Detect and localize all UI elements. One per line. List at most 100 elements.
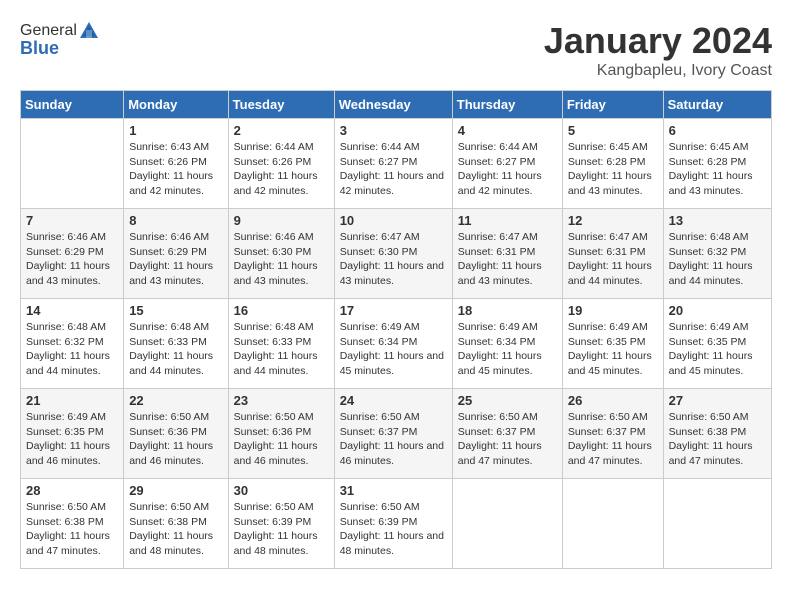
day-info: Sunrise: 6:48 AMSunset: 6:33 PMDaylight:… — [234, 320, 329, 379]
location: Kangbapleu, Ivory Coast — [544, 62, 772, 80]
logo-icon — [78, 20, 100, 42]
day-number: 17 — [340, 303, 447, 318]
calendar-cell: 31 Sunrise: 6:50 AMSunset: 6:39 PMDaylig… — [334, 479, 452, 569]
day-number: 11 — [458, 213, 557, 228]
calendar-cell: 2 Sunrise: 6:44 AMSunset: 6:26 PMDayligh… — [228, 119, 334, 209]
calendar-cell: 26 Sunrise: 6:50 AMSunset: 6:37 PMDaylig… — [562, 389, 663, 479]
calendar-cell: 19 Sunrise: 6:49 AMSunset: 6:35 PMDaylig… — [562, 299, 663, 389]
weekday-header-friday: Friday — [562, 91, 663, 119]
day-info: Sunrise: 6:45 AMSunset: 6:28 PMDaylight:… — [669, 140, 766, 199]
day-info: Sunrise: 6:47 AMSunset: 6:31 PMDaylight:… — [458, 230, 557, 289]
day-info: Sunrise: 6:49 AMSunset: 6:35 PMDaylight:… — [26, 410, 118, 469]
calendar-cell: 3 Sunrise: 6:44 AMSunset: 6:27 PMDayligh… — [334, 119, 452, 209]
day-info: Sunrise: 6:49 AMSunset: 6:35 PMDaylight:… — [568, 320, 658, 379]
calendar-cell: 17 Sunrise: 6:49 AMSunset: 6:34 PMDaylig… — [334, 299, 452, 389]
day-number: 4 — [458, 123, 557, 138]
day-info: Sunrise: 6:47 AMSunset: 6:30 PMDaylight:… — [340, 230, 447, 289]
day-number: 14 — [26, 303, 118, 318]
weekday-header-monday: Monday — [124, 91, 228, 119]
day-number: 2 — [234, 123, 329, 138]
calendar-week-row: 21 Sunrise: 6:49 AMSunset: 6:35 PMDaylig… — [21, 389, 772, 479]
day-info: Sunrise: 6:44 AMSunset: 6:27 PMDaylight:… — [340, 140, 447, 199]
calendar-cell: 29 Sunrise: 6:50 AMSunset: 6:38 PMDaylig… — [124, 479, 228, 569]
day-number: 12 — [568, 213, 658, 228]
day-info: Sunrise: 6:50 AMSunset: 6:36 PMDaylight:… — [234, 410, 329, 469]
calendar-week-row: 14 Sunrise: 6:48 AMSunset: 6:32 PMDaylig… — [21, 299, 772, 389]
weekday-header-saturday: Saturday — [663, 91, 771, 119]
day-info: Sunrise: 6:46 AMSunset: 6:29 PMDaylight:… — [129, 230, 222, 289]
calendar-cell: 21 Sunrise: 6:49 AMSunset: 6:35 PMDaylig… — [21, 389, 124, 479]
day-number: 15 — [129, 303, 222, 318]
calendar-cell: 24 Sunrise: 6:50 AMSunset: 6:37 PMDaylig… — [334, 389, 452, 479]
calendar-cell: 1 Sunrise: 6:43 AMSunset: 6:26 PMDayligh… — [124, 119, 228, 209]
day-info: Sunrise: 6:50 AMSunset: 6:37 PMDaylight:… — [340, 410, 447, 469]
day-info: Sunrise: 6:48 AMSunset: 6:32 PMDaylight:… — [669, 230, 766, 289]
calendar-cell: 20 Sunrise: 6:49 AMSunset: 6:35 PMDaylig… — [663, 299, 771, 389]
calendar-week-row: 7 Sunrise: 6:46 AMSunset: 6:29 PMDayligh… — [21, 209, 772, 299]
page-header: General Blue January 2024 Kangbapleu, Iv… — [20, 20, 772, 80]
calendar-cell: 6 Sunrise: 6:45 AMSunset: 6:28 PMDayligh… — [663, 119, 771, 209]
calendar-cell: 15 Sunrise: 6:48 AMSunset: 6:33 PMDaylig… — [124, 299, 228, 389]
day-number: 6 — [669, 123, 766, 138]
calendar-cell: 30 Sunrise: 6:50 AMSunset: 6:39 PMDaylig… — [228, 479, 334, 569]
day-info: Sunrise: 6:50 AMSunset: 6:37 PMDaylight:… — [568, 410, 658, 469]
day-number: 1 — [129, 123, 222, 138]
day-number: 18 — [458, 303, 557, 318]
calendar-table: SundayMondayTuesdayWednesdayThursdayFrid… — [20, 90, 772, 569]
day-info: Sunrise: 6:47 AMSunset: 6:31 PMDaylight:… — [568, 230, 658, 289]
day-number: 31 — [340, 483, 447, 498]
day-info: Sunrise: 6:46 AMSunset: 6:30 PMDaylight:… — [234, 230, 329, 289]
calendar-week-row: 1 Sunrise: 6:43 AMSunset: 6:26 PMDayligh… — [21, 119, 772, 209]
title-section: January 2024 Kangbapleu, Ivory Coast — [544, 20, 772, 80]
calendar-cell: 9 Sunrise: 6:46 AMSunset: 6:30 PMDayligh… — [228, 209, 334, 299]
calendar-cell — [663, 479, 771, 569]
weekday-header-tuesday: Tuesday — [228, 91, 334, 119]
day-info: Sunrise: 6:49 AMSunset: 6:34 PMDaylight:… — [340, 320, 447, 379]
day-info: Sunrise: 6:48 AMSunset: 6:32 PMDaylight:… — [26, 320, 118, 379]
month-title: January 2024 — [544, 20, 772, 62]
day-number: 20 — [669, 303, 766, 318]
day-info: Sunrise: 6:50 AMSunset: 6:38 PMDaylight:… — [26, 500, 118, 559]
day-number: 24 — [340, 393, 447, 408]
day-number: 30 — [234, 483, 329, 498]
day-info: Sunrise: 6:50 AMSunset: 6:39 PMDaylight:… — [234, 500, 329, 559]
day-info: Sunrise: 6:50 AMSunset: 6:36 PMDaylight:… — [129, 410, 222, 469]
day-number: 5 — [568, 123, 658, 138]
day-number: 22 — [129, 393, 222, 408]
weekday-header-thursday: Thursday — [452, 91, 562, 119]
calendar-cell: 7 Sunrise: 6:46 AMSunset: 6:29 PMDayligh… — [21, 209, 124, 299]
day-info: Sunrise: 6:49 AMSunset: 6:35 PMDaylight:… — [669, 320, 766, 379]
calendar-cell: 13 Sunrise: 6:48 AMSunset: 6:32 PMDaylig… — [663, 209, 771, 299]
day-number: 21 — [26, 393, 118, 408]
day-number: 10 — [340, 213, 447, 228]
day-number: 13 — [669, 213, 766, 228]
calendar-cell: 23 Sunrise: 6:50 AMSunset: 6:36 PMDaylig… — [228, 389, 334, 479]
day-number: 7 — [26, 213, 118, 228]
day-number: 25 — [458, 393, 557, 408]
day-number: 28 — [26, 483, 118, 498]
day-info: Sunrise: 6:45 AMSunset: 6:28 PMDaylight:… — [568, 140, 658, 199]
calendar-cell: 16 Sunrise: 6:48 AMSunset: 6:33 PMDaylig… — [228, 299, 334, 389]
weekday-header-sunday: Sunday — [21, 91, 124, 119]
day-info: Sunrise: 6:50 AMSunset: 6:38 PMDaylight:… — [129, 500, 222, 559]
day-info: Sunrise: 6:49 AMSunset: 6:34 PMDaylight:… — [458, 320, 557, 379]
calendar-cell: 18 Sunrise: 6:49 AMSunset: 6:34 PMDaylig… — [452, 299, 562, 389]
day-number: 8 — [129, 213, 222, 228]
day-info: Sunrise: 6:50 AMSunset: 6:38 PMDaylight:… — [669, 410, 766, 469]
calendar-week-row: 28 Sunrise: 6:50 AMSunset: 6:38 PMDaylig… — [21, 479, 772, 569]
day-info: Sunrise: 6:46 AMSunset: 6:29 PMDaylight:… — [26, 230, 118, 289]
day-number: 26 — [568, 393, 658, 408]
weekday-header-wednesday: Wednesday — [334, 91, 452, 119]
calendar-cell: 11 Sunrise: 6:47 AMSunset: 6:31 PMDaylig… — [452, 209, 562, 299]
logo: General Blue — [20, 20, 101, 59]
calendar-cell: 4 Sunrise: 6:44 AMSunset: 6:27 PMDayligh… — [452, 119, 562, 209]
day-number: 19 — [568, 303, 658, 318]
day-info: Sunrise: 6:44 AMSunset: 6:27 PMDaylight:… — [458, 140, 557, 199]
calendar-cell: 28 Sunrise: 6:50 AMSunset: 6:38 PMDaylig… — [21, 479, 124, 569]
day-number: 29 — [129, 483, 222, 498]
day-info: Sunrise: 6:48 AMSunset: 6:33 PMDaylight:… — [129, 320, 222, 379]
day-number: 9 — [234, 213, 329, 228]
calendar-cell: 5 Sunrise: 6:45 AMSunset: 6:28 PMDayligh… — [562, 119, 663, 209]
day-number: 3 — [340, 123, 447, 138]
day-number: 16 — [234, 303, 329, 318]
